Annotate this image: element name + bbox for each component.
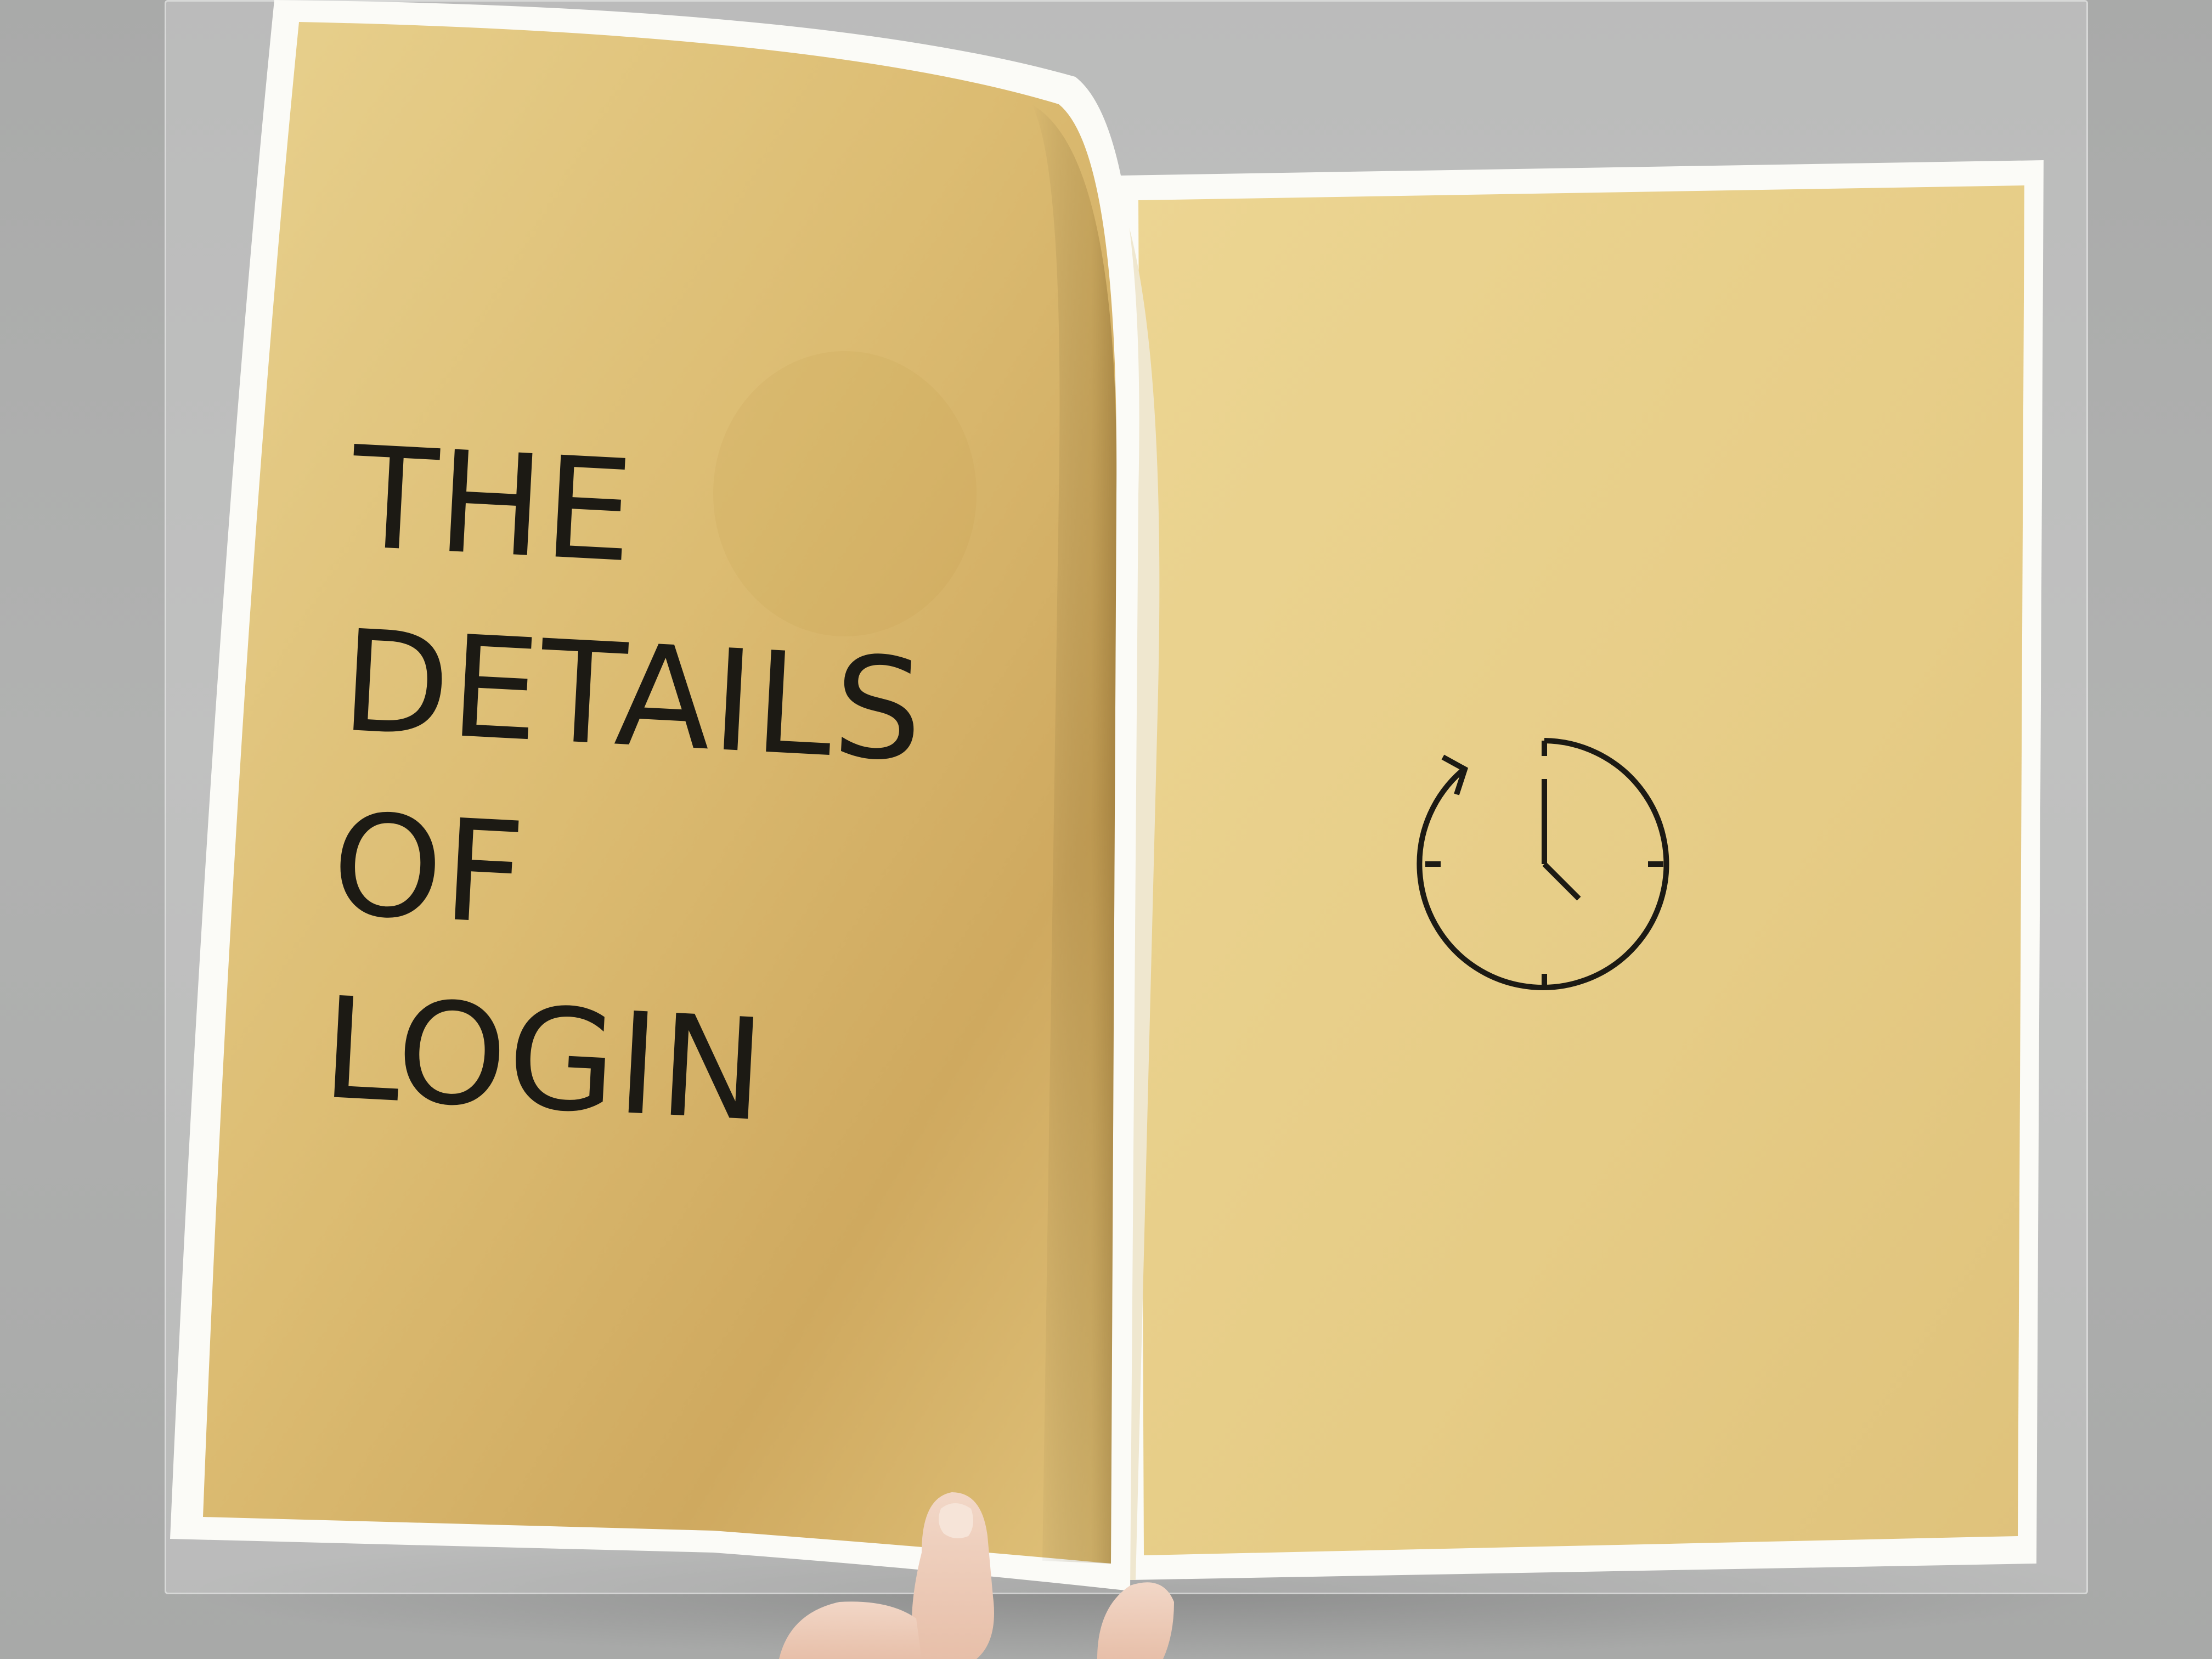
hand-holding-booklet: [779, 1492, 1174, 1659]
clock-refresh-icon: [1417, 738, 1669, 990]
photo-scene: THE DETAILS OF LOGIN: [0, 0, 2212, 1659]
page-title: THE DETAILS OF LOGIN: [318, 406, 1069, 1177]
title-line-4: LOGIN: [318, 967, 770, 1153]
title-line-2: DETAILS: [337, 600, 928, 793]
title-line-3: OF: [328, 783, 529, 957]
title-line-1: THE: [347, 416, 638, 594]
open-booklet: [170, 0, 2044, 1591]
